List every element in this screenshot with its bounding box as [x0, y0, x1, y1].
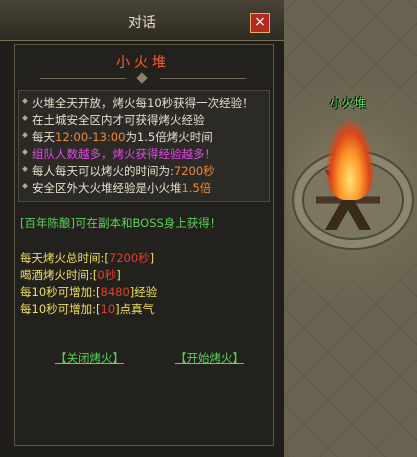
bullet-icon: [22, 149, 28, 155]
heading-ornament: [40, 72, 246, 84]
bullet-icon: [22, 183, 28, 189]
campfire-flame[interactable]: [325, 118, 375, 200]
close-icon: ×: [254, 14, 266, 30]
info-line: 在土城安全区内才可获得烤火经验: [22, 112, 205, 128]
bullet-icon: [22, 98, 28, 104]
stat-row: 喝酒烤火时间:[0秒]: [20, 268, 121, 282]
info-line: 每天12:00-13:00为1.5倍烤火时间: [22, 129, 213, 145]
bullet-icon: [22, 166, 28, 172]
info-line: 每人每天可以烤火的时间为:7200秒: [22, 163, 215, 179]
stat-row: 每10秒可增加:[10]点真气: [20, 302, 155, 316]
stop-fire-button[interactable]: 【关闭烤火】: [55, 350, 124, 366]
info-line: 安全区外大火堆经验是小火堆1.5倍: [22, 180, 211, 196]
npc-dialog: 对话 × 小火堆 火堆全天开放，烤火每10秒获得一次经验！ 在土城安全区内才可获…: [0, 0, 286, 457]
info-panel: 火堆全天开放，烤火每10秒获得一次经验！ 在土城安全区内才可获得烤火经验 每天1…: [18, 90, 270, 202]
info-line: 火堆全天开放，烤火每10秒获得一次经验！: [22, 95, 254, 111]
dialog-title: 对话: [128, 15, 156, 31]
start-fire-button[interactable]: 【开始烤火】: [175, 350, 244, 366]
bullet-icon: [22, 115, 28, 121]
stat-row: 每天烤火总时间:[7200秒]: [20, 251, 155, 265]
info-line: 组队人数越多，烤火获得经验越多！: [22, 146, 216, 162]
npc-heading: 小火堆: [116, 55, 170, 71]
close-button[interactable]: ×: [250, 13, 270, 33]
campfire-label: 小火堆: [330, 96, 367, 110]
bullet-icon: [22, 132, 28, 138]
source-note: [百年陈酿]可在副本和BOSS身上获得！: [20, 216, 222, 230]
dialog-titlebar[interactable]: 对话 ×: [0, 0, 284, 41]
stat-row: 每10秒可增加:[8480]经验: [20, 285, 158, 299]
